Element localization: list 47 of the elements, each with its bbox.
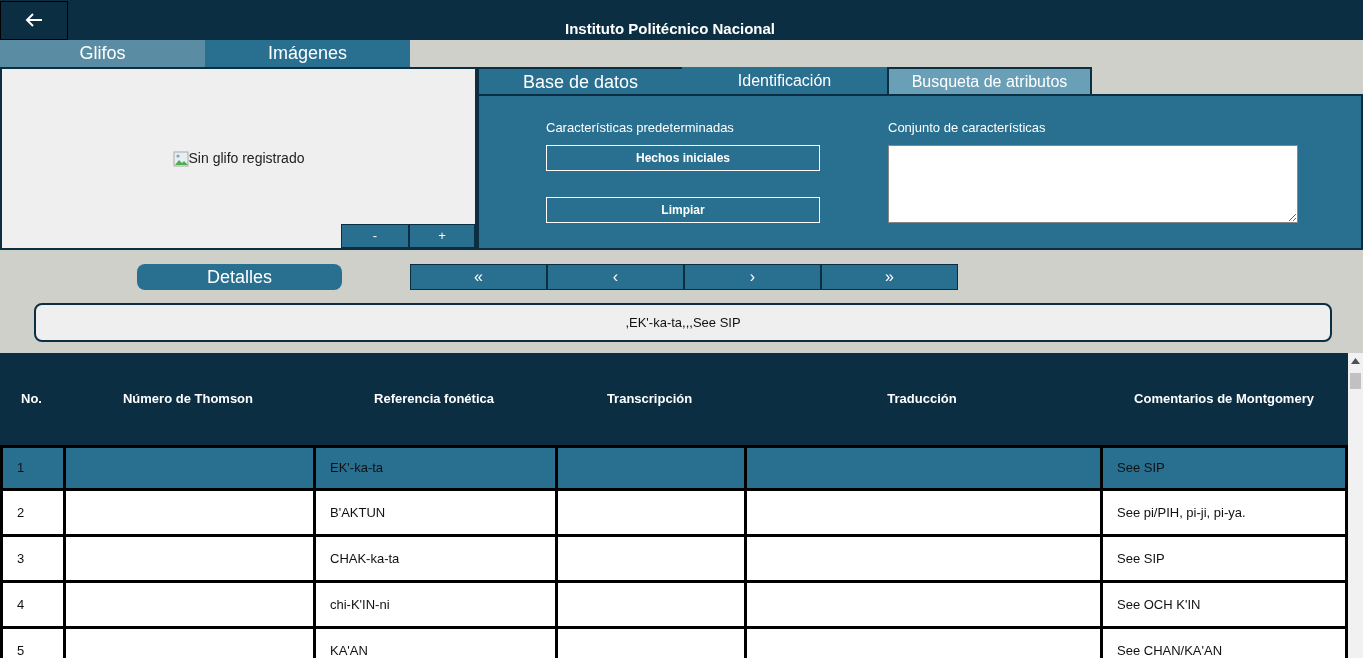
table-row[interactable]: 1 EK'-ka-ta See SIP [0, 445, 1348, 491]
table-row[interactable]: 5 KA'AN See CHAN/KA'AN [0, 629, 1348, 658]
feature-set-field[interactable] [888, 145, 1298, 223]
panel-tab[interactable]: Busqueta de atributos [887, 67, 1092, 94]
table-cell: chi-K'IN-ni [313, 583, 555, 626]
column-header: Comentarios de Montgomery [1134, 390, 1314, 409]
defaults-label: Características predeterminadas [546, 119, 735, 136]
table-cell: 1 [0, 448, 63, 488]
back-button[interactable] [0, 0, 68, 40]
zoom-out-button[interactable]: - [341, 224, 409, 248]
panel-tab[interactable]: Identificación [682, 67, 887, 94]
glyph-alt-text: Sin glifo registrado [188, 149, 305, 168]
details-button[interactable]: Detalles [137, 263, 342, 290]
pager-button[interactable]: › [684, 263, 821, 290]
pager-button[interactable]: « [410, 263, 547, 290]
column-header: Traducción [887, 390, 957, 409]
table-cell: CHAK-ka-ta [313, 537, 555, 580]
table-cell: 3 [0, 537, 63, 580]
column-header: Referencia fonética [374, 390, 494, 409]
table-row[interactable]: 4 chi-K'IN-ni See OCH K'IN [0, 583, 1348, 629]
table-row[interactable]: 3 CHAK-ka-ta See SIP [0, 537, 1348, 583]
table-cell: 5 [0, 629, 63, 658]
column-header: Transcripción [606, 390, 693, 409]
scrollbar-thumb[interactable] [1350, 373, 1361, 389]
column-header: Número de Thomson [123, 390, 253, 409]
table-cell: EK'-ka-ta [313, 448, 555, 488]
scroll-up-icon[interactable] [1351, 358, 1360, 364]
panel-tab[interactable]: Base de datos [477, 67, 682, 94]
view-tab[interactable]: Imágenes [205, 40, 410, 67]
table-cell: KA'AN [313, 629, 555, 658]
broken-image-icon [172, 150, 189, 167]
table-cell: 4 [0, 583, 63, 626]
header-title: Instituto Politécnico Nacional [565, 19, 776, 39]
detail-text: ,EK'-ka-ta,,,See SIP [34, 303, 1332, 342]
table-cell: B'AKTUN [313, 491, 555, 534]
column-header: No. [21, 390, 42, 409]
action-button[interactable]: Hechos iniciales [546, 145, 820, 171]
pager-button[interactable]: ‹ [547, 263, 684, 290]
view-tab[interactable]: Glifos [0, 40, 205, 67]
scrollbar[interactable] [1348, 353, 1363, 658]
feature-set-label: Conjunto de características [888, 119, 1047, 136]
pager-button[interactable]: » [821, 263, 958, 290]
zoom-in-button[interactable]: + [409, 224, 475, 248]
action-button[interactable]: Limpiar [546, 197, 820, 223]
back-arrow-icon [25, 12, 43, 28]
table-cell: 2 [0, 491, 63, 534]
table-row[interactable]: 2 B'AKTUN See pi/PIH, pi-ji, pi-ya. [0, 491, 1348, 537]
